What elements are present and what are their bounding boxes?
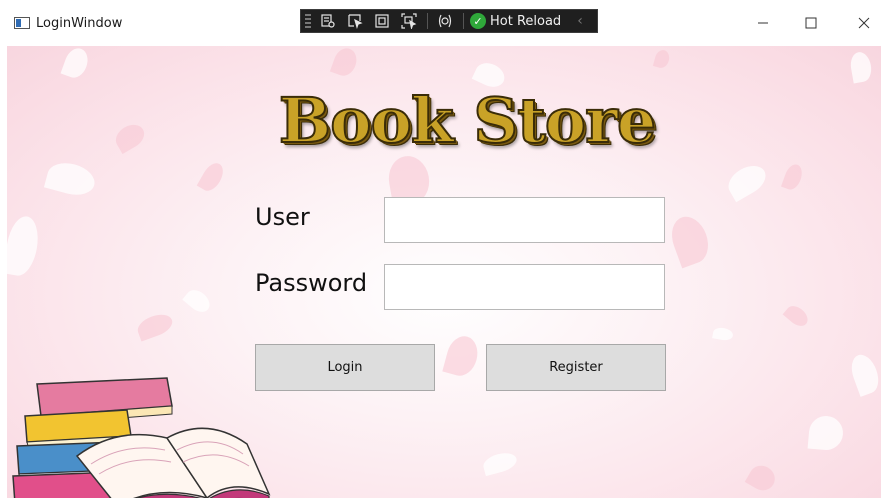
password-label: Password [255,269,368,297]
register-button[interactable]: Register [486,344,666,391]
password-input[interactable] [384,264,665,310]
hot-reload-label: Hot Reload [490,13,562,29]
petal-decoration [782,302,812,330]
petal-decoration [781,162,805,192]
hot-reload-status[interactable]: ✓ Hot Reload [470,13,561,29]
petal-decoration [846,351,881,397]
petal-decoration [807,414,845,452]
app-window-icon [14,17,30,29]
toolbar-separator [463,13,464,29]
petal-decoration [182,285,214,317]
xaml-debug-toolbar: ✓ Hot Reload ‹ [300,9,598,33]
window-title: LoginWindow [36,16,123,31]
maximize-icon [805,17,817,29]
petal-decoration [134,310,176,342]
live-visual-tree-icon[interactable] [317,11,339,31]
books-illustration [12,377,271,498]
user-input[interactable] [384,197,665,243]
book-store-title: Book Store [278,83,658,158]
check-circle-icon: ✓ [470,13,486,29]
petal-decoration [481,449,519,477]
binding-failures-icon[interactable] [434,11,456,31]
maximize-button[interactable] [796,12,826,34]
login-button[interactable]: Login [255,344,435,391]
petal-decoration [43,158,99,200]
petal-decoration [329,46,361,79]
petal-decoration [744,461,780,495]
track-focus-icon[interactable] [398,11,420,31]
user-label: User [255,203,310,231]
minimize-icon [758,22,768,24]
toolbar-grip-icon[interactable] [305,14,311,28]
close-button[interactable] [849,12,879,34]
chevron-left-icon[interactable]: ‹ [577,13,583,29]
display-layout-adorners-icon[interactable] [371,11,393,31]
petal-decoration [712,326,734,342]
petal-decoration [848,50,874,84]
title-bar: LoginWindow ✓ Hot Reload ‹ [0,0,881,46]
petal-decoration [723,159,771,203]
toolbar-separator [427,13,428,29]
petal-decoration [60,46,92,81]
petal-decoration [7,213,42,279]
petal-decoration [442,332,482,380]
petal-decoration [111,119,149,155]
petal-decoration [665,211,715,269]
petal-decoration [196,159,228,195]
close-icon [858,17,870,29]
select-element-icon[interactable] [344,11,366,31]
petal-decoration [652,48,672,70]
minimize-button[interactable] [748,12,778,34]
login-client-area: Book Store User Password Login Register [7,46,881,498]
